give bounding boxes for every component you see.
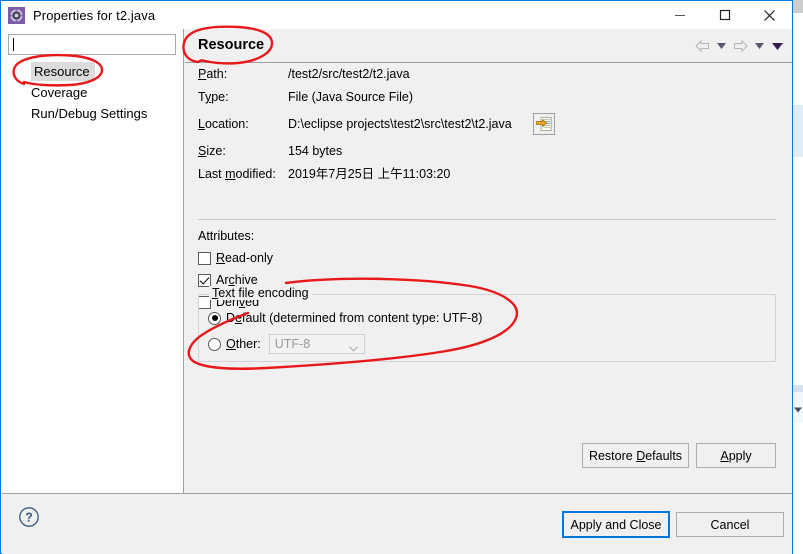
attribute-label: Read-only [216, 251, 273, 265]
page-header: Resource [185, 29, 792, 63]
property-value: /test2/src/test2/t2.java [288, 67, 410, 81]
sidebar-item-resource[interactable]: Resource [2, 61, 184, 82]
forward-arrow-icon[interactable] [730, 36, 750, 56]
encoding-other-radio[interactable] [208, 337, 221, 351]
cancel-button[interactable]: Cancel [676, 512, 784, 537]
properties-gear-icon [8, 6, 25, 24]
encoding-default-label: Default (determined from content type: U… [226, 311, 483, 325]
sidebar-item-coverage[interactable]: Coverage [2, 82, 184, 103]
property-row-size: Size: 154 bytes [185, 140, 792, 163]
properties-dialog: Properties for t2.java Resource Coverage… [0, 0, 793, 554]
restore-defaults-label: Restore Defaults [588, 448, 683, 463]
file-properties-list: PPath:ath: /test2/src/test2/t2.java Type… [185, 63, 792, 186]
scrollbar-chevron-down-icon[interactable] [794, 403, 802, 413]
help-question-icon[interactable]: ? [18, 506, 40, 528]
open-folder-icon [536, 117, 552, 131]
scrollbar-top-cap [793, 0, 803, 13]
filter-input[interactable] [8, 34, 176, 55]
minimize-button[interactable] [657, 1, 702, 29]
archive-checkbox[interactable] [198, 273, 211, 287]
attributes-heading: Attributes: [185, 225, 792, 247]
property-row-last-modified: Last modified: 2019年7月25日 上午11:03:20 [185, 163, 792, 186]
property-label: Size: [198, 144, 226, 158]
apply-label: Apply [720, 448, 752, 463]
scrollbar-band-edge [793, 385, 803, 392]
property-label: Last modified: [198, 167, 276, 181]
forward-dropdown-chevron-down-icon[interactable] [752, 36, 766, 56]
page-title: Resource [198, 37, 265, 53]
property-value: 2019年7月25日 上午11:03:20 [288, 167, 451, 181]
attributes-title: Attributes: [198, 229, 255, 243]
sidebar-item-label: Run/Debug Settings [31, 106, 148, 121]
text-file-encoding-group: Text file encoding Default (determined f… [198, 286, 776, 362]
property-label: Location: [198, 117, 249, 131]
scrollbar-thumb[interactable] [793, 105, 803, 157]
back-dropdown-chevron-down-icon[interactable] [714, 36, 728, 56]
property-label: Type: [198, 90, 229, 104]
apply-and-close-label: Apply and Close [570, 517, 662, 532]
view-menu-icon[interactable] [768, 36, 786, 56]
sidebar-item-label: Coverage [31, 85, 88, 100]
page-scrollbar[interactable] [793, 0, 803, 554]
encoding-other-label: Other: [226, 337, 261, 351]
dialog-footer: ? Apply and Close Cancel [2, 493, 792, 554]
encoding-other-option[interactable]: Other: UTF-8 [199, 333, 775, 355]
property-row-location: Location: D:\eclipse projects\test2\src\… [185, 109, 792, 140]
section-divider [198, 219, 776, 220]
property-value: File (Java Source File) [288, 90, 414, 104]
read-only-checkbox[interactable] [198, 251, 211, 265]
settings-tree: Resource Coverage Run/Debug Settings [2, 61, 184, 124]
resource-page: Resource Path: /test2/src/test2/t2.java … [185, 29, 792, 493]
sidebar-item-label: Resource [31, 62, 95, 81]
settings-sidebar: Resource Coverage Run/Debug Settings [2, 29, 184, 493]
svg-text:?: ? [25, 511, 33, 525]
window-controls [657, 1, 792, 29]
text-caret [13, 38, 14, 51]
open-folder-button[interactable] [533, 113, 555, 135]
encoding-select-value: UTF-8 [274, 337, 311, 351]
sidebar-item-run-debug-settings[interactable]: Run/Debug Settings [2, 103, 184, 124]
close-button[interactable] [747, 1, 792, 29]
back-arrow-icon[interactable] [692, 36, 712, 56]
chevron-down-icon [348, 341, 358, 355]
window-title: Properties for t2.java [33, 7, 156, 23]
restore-defaults-button[interactable]: Restore Defaults [582, 443, 689, 468]
encoding-default-option[interactable]: Default (determined from content type: U… [199, 307, 775, 329]
page-nav-toolbar [692, 36, 786, 56]
encoding-default-radio[interactable] [208, 311, 221, 325]
property-row-path: PPath:ath: /test2/src/test2/t2.java [185, 63, 792, 86]
encoding-select[interactable]: UTF-8 [268, 334, 365, 355]
property-row-type: Type: File (Java Source File) [185, 86, 792, 109]
maximize-button[interactable] [702, 1, 747, 29]
property-value: 154 bytes [288, 144, 343, 158]
property-value: D:\eclipse projects\test2\src\test2\t2.j… [288, 117, 512, 131]
apply-button[interactable]: Apply [696, 443, 776, 468]
encoding-group-legend: Text file encoding [209, 286, 312, 300]
property-label: PPath:ath: [198, 67, 228, 81]
title-bar: Properties for t2.java [1, 1, 792, 29]
apply-and-close-button[interactable]: Apply and Close [562, 511, 670, 538]
attribute-read-only[interactable]: Read-only [185, 247, 792, 269]
cancel-label: Cancel [710, 517, 750, 532]
